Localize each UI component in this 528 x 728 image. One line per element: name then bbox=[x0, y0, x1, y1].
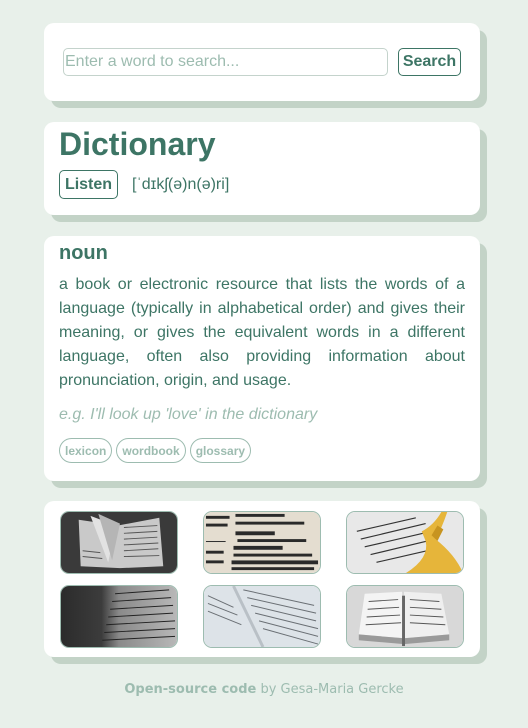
synonym-chip[interactable]: glossary bbox=[189, 438, 252, 463]
gallery-image bbox=[60, 511, 178, 574]
search-input[interactable] bbox=[63, 48, 388, 76]
synonym-list: lexicon wordbook glossary bbox=[59, 438, 252, 463]
footer: Open-source code by Gesa-Maria Gercke bbox=[0, 682, 528, 697]
listen-button[interactable]: Listen bbox=[59, 170, 118, 199]
example-text: e.g. I'll look up 'love' in the dictiona… bbox=[59, 406, 318, 423]
author-credit: by Gesa-Maria Gercke bbox=[256, 682, 404, 697]
gallery-image bbox=[346, 511, 464, 574]
word-card: Dictionary Listen [ˈdɪkʃ(ə)n(ə)ri] bbox=[44, 122, 480, 215]
image-gallery-card bbox=[44, 501, 480, 657]
meaning-card: noun a book or electronic resource that … bbox=[44, 236, 480, 481]
synonym-chip[interactable]: lexicon bbox=[59, 438, 113, 463]
phonetic-text: [ˈdɪkʃ(ə)n(ə)ri] bbox=[132, 176, 230, 193]
definition-text: a book or electronic resource that lists… bbox=[59, 276, 465, 389]
search-button[interactable]: Search bbox=[398, 48, 461, 76]
part-of-speech: noun bbox=[59, 242, 108, 264]
search-card: Search bbox=[44, 23, 480, 101]
image-grid bbox=[60, 511, 464, 648]
gallery-image bbox=[203, 585, 321, 648]
gallery-image bbox=[203, 511, 321, 574]
source-code-link[interactable]: Open-source code bbox=[124, 682, 256, 697]
word-title: Dictionary bbox=[59, 126, 216, 162]
gallery-image bbox=[60, 585, 178, 648]
synonym-chip[interactable]: wordbook bbox=[116, 438, 186, 463]
gallery-image bbox=[346, 585, 464, 648]
